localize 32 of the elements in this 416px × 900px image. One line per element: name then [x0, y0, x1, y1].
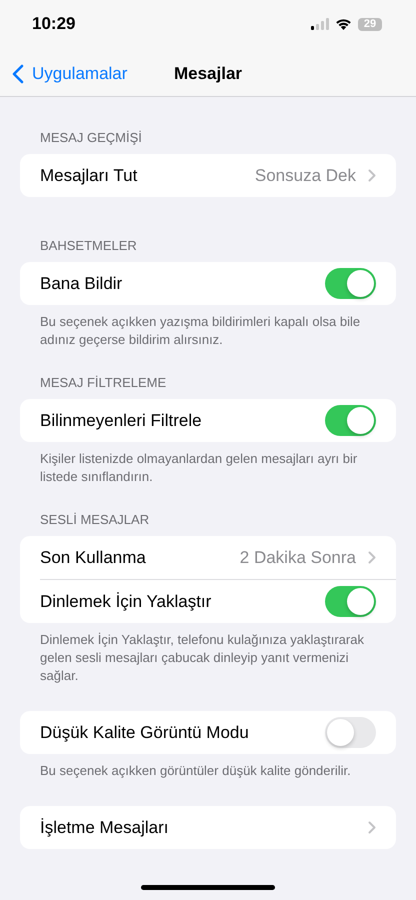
- back-chevron-icon: [12, 64, 24, 84]
- row-label: Mesajları Tut: [40, 166, 138, 186]
- toggle-switch[interactable]: [325, 405, 376, 436]
- chevron-icon: [368, 821, 376, 834]
- back-button[interactable]: Uygulamalar: [12, 64, 128, 84]
- section-header: BAHSETMELER: [39, 238, 138, 254]
- status-time: 10:29: [31, 14, 76, 34]
- value-button[interactable]: Sonsuza Dek: [254, 166, 376, 186]
- disclosure-button[interactable]: [368, 821, 376, 834]
- section-header: MESAJ GEÇMİŞİ: [39, 130, 143, 146]
- toggle-switch[interactable]: [325, 717, 376, 748]
- section-footer: Bu seçenek açıkken yazışma bildirimleri kapalı olsa bile adınız geçerse bildirim alırsınız.: [20, 313, 396, 349]
- row-label: Son Kullanma: [40, 548, 146, 568]
- chevron-icon: [368, 551, 376, 564]
- section-footer: Dinlemek İçin Yaklaştır, telefonu kulağınıza yaklaştırarak gelen sesli mesajları çabucak dinleyip yanıt vermenizi sağlar.: [20, 631, 396, 685]
- section-header: MESAJ FİLTRELEME: [39, 375, 168, 391]
- wifi-icon: [335, 18, 352, 30]
- section-header: SESLİ MESAJLAR: [39, 512, 150, 528]
- toggle-switch[interactable]: [325, 268, 376, 299]
- signal-icon: [311, 18, 329, 30]
- page-title: Mesajlar: [174, 64, 242, 84]
- battery-level: 29: [358, 18, 382, 30]
- row-label: Düşük Kalite Görüntü Modu: [40, 722, 249, 742]
- toggle-switch[interactable]: [325, 586, 376, 617]
- chevron-icon: [368, 169, 376, 182]
- value-button[interactable]: 2 Dakika Sonra: [240, 548, 376, 568]
- row-label: Bilinmeyenleri Filtrele: [40, 410, 202, 430]
- row-label: İşletme Mesajları: [40, 818, 168, 838]
- section-footer: Bu seçenek açıkken görüntüler düşük kalite gönderilir.: [20, 762, 396, 780]
- row-label: Dinlemek İçin Yaklaştır: [40, 592, 212, 612]
- row-label: Bana Bildir: [40, 274, 122, 294]
- section-footer: Kişiler listenizde olmayanlardan gelen mesajları ayrı bir listede sınıflandırın.: [20, 450, 396, 486]
